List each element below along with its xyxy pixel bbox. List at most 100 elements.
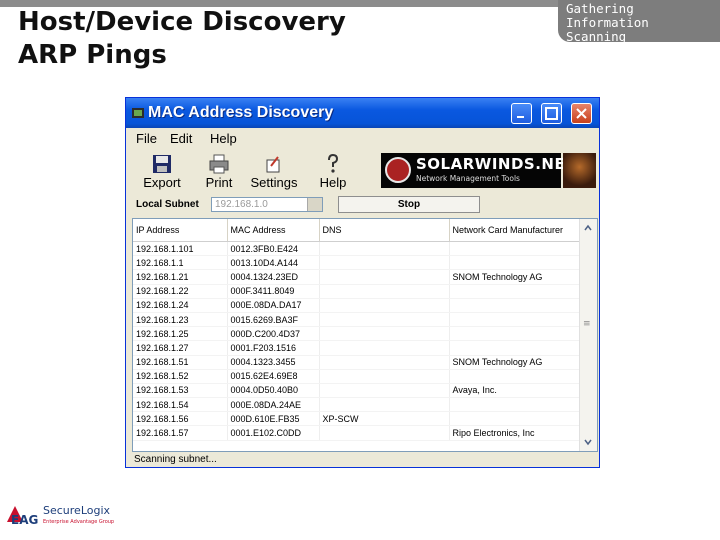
- table-cell: [319, 269, 450, 285]
- column-header-dns[interactable]: DNS: [319, 219, 450, 242]
- table-cell: XP-SCW: [319, 411, 450, 427]
- table-cell: 0001.F203.1516: [227, 340, 320, 356]
- table-cell: [319, 340, 450, 356]
- table-row[interactable]: 192.168.1.53 0004.0D50.40B0 Avaya, Inc.: [133, 383, 580, 399]
- export-button[interactable]: Export: [134, 148, 190, 192]
- table-cell: [319, 369, 450, 384]
- menu-bar: File Edit Help: [126, 129, 599, 148]
- table-cell: 192.168.1.101: [133, 241, 228, 257]
- table-row[interactable]: 192.168.1.54 000E.08DA.24AE: [133, 397, 580, 413]
- vertical-scrollbar[interactable]: ≡: [579, 219, 597, 451]
- minimize-icon: [517, 116, 524, 118]
- brand-image: [563, 153, 596, 188]
- table-cell: [319, 397, 450, 413]
- table-row[interactable]: 192.168.1.52 0015.62E4.69E8: [133, 369, 580, 384]
- table-cell: Ripo Electronics, Inc: [449, 425, 580, 441]
- table-cell: [319, 326, 450, 342]
- table-cell: 192.168.1.1: [133, 255, 228, 271]
- slide-title-line-2: ARP Pings: [18, 40, 167, 70]
- close-button[interactable]: [571, 103, 592, 124]
- settings-button[interactable]: Settings: [246, 148, 302, 192]
- table-row[interactable]: 192.168.1.27 0001.F203.1516: [133, 340, 580, 356]
- table-cell: 000F.3411.8049: [227, 284, 320, 299]
- print-button[interactable]: Print: [194, 148, 244, 192]
- table-cell: 0004.1323.3455: [227, 355, 320, 370]
- svg-text:SecureLogix: SecureLogix: [43, 504, 111, 517]
- table-cell: [319, 355, 450, 370]
- table-cell: 0013.10D4.A144: [227, 255, 320, 271]
- table-cell: [319, 284, 450, 299]
- scroll-down-icon[interactable]: [582, 435, 594, 449]
- table-cell: 0015.6269.BA3F: [227, 312, 320, 328]
- subnet-label: Local Subnet: [136, 199, 199, 210]
- menu-help[interactable]: Help: [210, 131, 237, 146]
- subnet-combobox[interactable]: 192.168.1.0: [211, 197, 323, 212]
- table-row[interactable]: 192.168.1.21 0004.1324.23ED SNOM Technolog…: [133, 269, 580, 285]
- results-table: IP Address MAC Address DNS Network Card …: [133, 219, 580, 441]
- table-cell: [449, 255, 580, 271]
- scroll-grip-icon[interactable]: ≡: [583, 319, 591, 329]
- window-titlebar[interactable]: MAC Address Discovery: [126, 98, 599, 128]
- help-label: Help: [319, 175, 347, 190]
- table-row[interactable]: 192.168.1.101 0012.3FB0.E424: [133, 241, 580, 257]
- table-cell: 0001.E102.C0DD: [227, 425, 320, 441]
- table-cell: [319, 255, 450, 271]
- table-row[interactable]: 192.168.1.57 0001.E102.C0DD Ripo Electroni…: [133, 425, 580, 441]
- mac-discovery-window[interactable]: MAC Address Discovery File Edit Help Exp…: [125, 97, 600, 468]
- minimize-button[interactable]: [511, 103, 532, 124]
- table-cell: 192.168.1.27: [133, 340, 228, 356]
- table-cell: [449, 284, 580, 299]
- menu-edit[interactable]: Edit: [170, 131, 192, 146]
- subnet-row: Local Subnet 192.168.1.0 Stop: [126, 196, 599, 216]
- table-cell: [319, 298, 450, 313]
- table-cell: 192.168.1.25: [133, 326, 228, 342]
- table-cell: [449, 397, 580, 413]
- results-grid[interactable]: IP Address MAC Address DNS Network Card …: [132, 218, 598, 452]
- table-row[interactable]: 192.168.1.22 000F.3411.8049: [133, 284, 580, 299]
- slide-title: Host/Device Discovery ARP Pings: [18, 6, 346, 72]
- chevron-down-icon[interactable]: [307, 198, 322, 211]
- floppy-disk-icon: [153, 155, 171, 173]
- table-header-row: IP Address MAC Address DNS Network Card …: [133, 219, 580, 242]
- table-cell: 000E.08DA.DA17: [227, 298, 320, 313]
- slide-title-line-1: Host/Device Discovery: [18, 7, 346, 37]
- settings-icon: [266, 156, 280, 173]
- table-cell: 000E.08DA.24AE: [227, 397, 320, 413]
- table-cell: 0004.0D50.40B0: [227, 383, 320, 399]
- table-cell: [449, 241, 580, 257]
- table-row[interactable]: 192.168.1.1 0013.10D4.A144: [133, 255, 580, 271]
- stop-button[interactable]: Stop: [338, 196, 480, 213]
- solarwinds-logo: SOLARWINDS.NET Network Management Tools: [381, 153, 575, 188]
- table-row[interactable]: 192.168.1.25 000D.C200.4D37: [133, 326, 580, 342]
- maximize-button[interactable]: [541, 103, 562, 124]
- menu-file[interactable]: File: [136, 131, 157, 146]
- table-row[interactable]: 192.168.1.56 000D.610E.FB35 XP-SCW: [133, 411, 580, 427]
- column-header-manufacturer[interactable]: Network Card Manufacturer: [449, 219, 580, 242]
- scroll-up-icon[interactable]: [582, 221, 594, 235]
- table-body: 192.168.1.101 0012.3FB0.E424 192.168.1.1 00…: [133, 241, 580, 441]
- table-cell: 192.168.1.53: [133, 383, 228, 399]
- table-cell: 192.168.1.56: [133, 411, 228, 427]
- printer-icon: [209, 154, 229, 174]
- table-row[interactable]: 192.168.1.24 000E.08DA.DA17: [133, 298, 580, 313]
- table-cell: 192.168.1.23: [133, 312, 228, 328]
- table-cell: [319, 425, 450, 441]
- table-cell: 192.168.1.22: [133, 284, 228, 299]
- maximize-icon: [545, 107, 558, 120]
- status-text: Scanning subnet...: [134, 454, 217, 465]
- table-cell: 192.168.1.51: [133, 355, 228, 370]
- column-header-mac[interactable]: MAC Address: [227, 219, 320, 242]
- table-row[interactable]: 192.168.1.51 0004.1323.3455 SNOM Technolog…: [133, 355, 580, 370]
- table-cell: 192.168.1.21: [133, 269, 228, 285]
- column-header-ip[interactable]: IP Address: [133, 219, 228, 242]
- table-cell: 0012.3FB0.E424: [227, 241, 320, 257]
- print-label: Print: [205, 175, 233, 190]
- brand-tagline: Network Management Tools: [416, 174, 520, 183]
- help-button[interactable]: Help: [308, 148, 358, 192]
- status-bar: Scanning subnet...: [128, 453, 597, 468]
- solarwinds-mark-icon: [385, 157, 411, 183]
- settings-label: Settings: [250, 175, 298, 190]
- help-question-icon: [328, 154, 339, 173]
- table-row[interactable]: 192.168.1.23 0015.6269.BA3F: [133, 312, 580, 328]
- table-cell: 0004.1324.23ED: [227, 269, 320, 285]
